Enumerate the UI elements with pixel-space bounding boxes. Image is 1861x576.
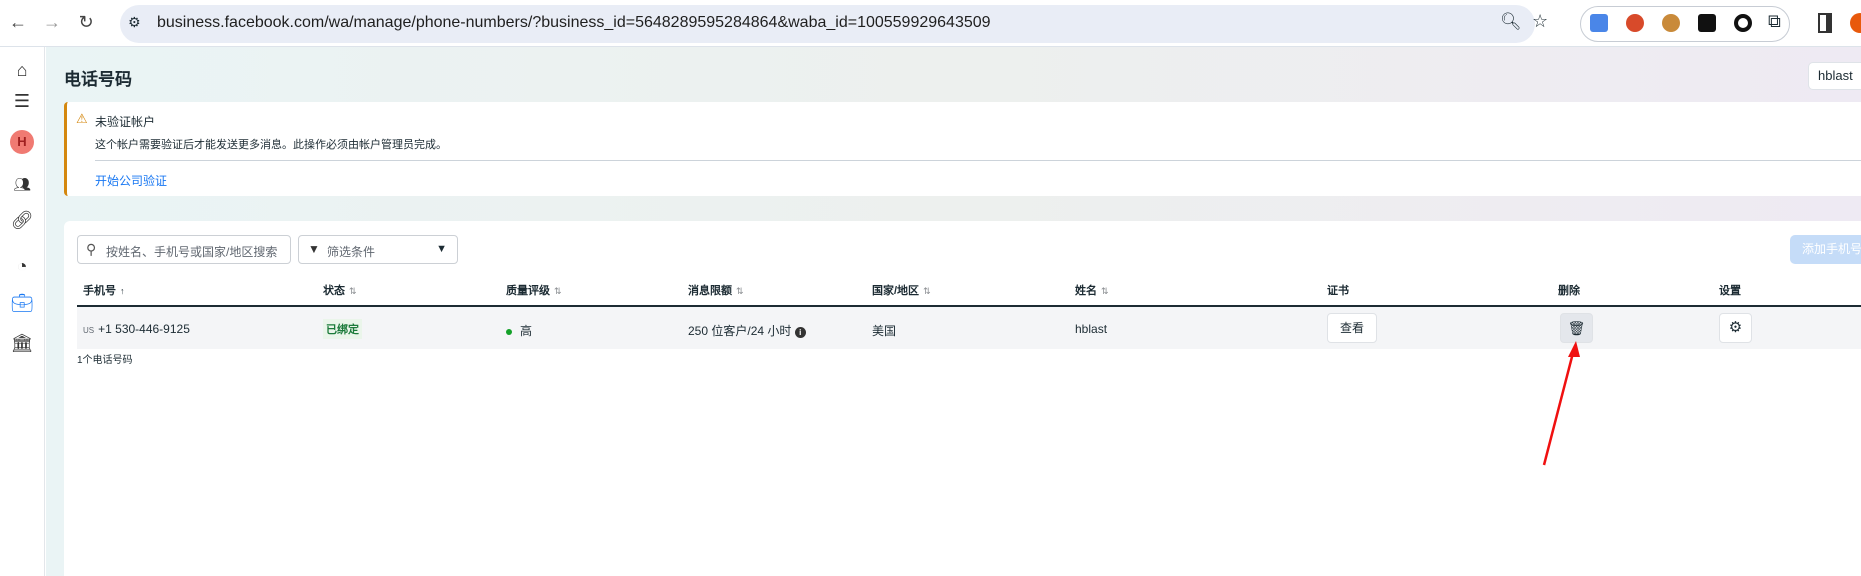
country-cell: 美国 (872, 324, 897, 338)
menu-icon[interactable]: ☰ (10, 89, 34, 113)
side-panel-icon[interactable] (1818, 13, 1832, 33)
search-placeholder: 按姓名、手机号或国家/地区搜索 (106, 245, 278, 259)
column-header-limit[interactable]: 消息限额 ⇅ (688, 282, 744, 298)
trash-icon: 🗑︎ (1567, 320, 1586, 336)
briefcase-icon[interactable]: 💼︎ (10, 291, 34, 315)
banner-title: 未验证帐户 (95, 115, 156, 129)
info-icon[interactable]: i (794, 327, 806, 338)
search-input[interactable]: ⚲ 按姓名、手机号或国家/地区搜索 (77, 235, 291, 264)
add-phone-button[interactable]: 添加手机号 (1790, 235, 1861, 264)
settings-button[interactable]: ⚙ (1719, 313, 1752, 343)
annotation-arrow (1542, 341, 1580, 466)
extension-icon[interactable] (1698, 14, 1716, 32)
chevron-down-icon: ▼ (436, 243, 447, 255)
bank-icon[interactable]: 🏛︎ (10, 331, 34, 355)
extension-icon[interactable] (1662, 14, 1680, 32)
translate-icon[interactable] (1590, 14, 1608, 32)
column-header-quality[interactable]: 质量评级 ⇅ (506, 282, 562, 298)
gauge-icon[interactable]: ◔ (10, 254, 34, 278)
page-title: 电话号码 (64, 70, 132, 89)
quality-cell: 高 (506, 322, 532, 339)
extension-icon[interactable] (1734, 14, 1752, 32)
column-header-status[interactable]: 状态 ⇅ (323, 282, 357, 298)
banner-text: 这个帐户需要验证后才能发送更多消息。此操作必须由帐户管理员完成。 (95, 139, 447, 151)
site-info-icon[interactable]: ⚙ (128, 14, 141, 31)
home-icon[interactable]: ⌂ (10, 58, 34, 82)
column-header-phone[interactable]: 手机号 ↑ (83, 282, 125, 298)
row-count: 1个电话号码 (77, 355, 133, 366)
name-cell: hblast (1075, 322, 1108, 336)
sidebar: ⌂ ☰ H 👥︎ 🔗︎ ◔ 💼︎ 🏛︎ (0, 47, 45, 576)
people-icon[interactable]: 👥︎ (10, 172, 34, 196)
divider (95, 160, 1861, 161)
reload-icon[interactable]: ↻ (74, 12, 98, 33)
phone-cell: US +1 530-446-9125 (83, 322, 190, 336)
puzzle-icon[interactable]: ⧉ (1768, 11, 1781, 32)
start-verification-link[interactable]: 开始公司验证 (95, 172, 167, 189)
account-button[interactable]: hblast (1808, 62, 1861, 90)
column-header-certificate: 证书 (1327, 285, 1349, 297)
limit-cell: 250 位客户/24 小时 i (688, 322, 806, 339)
column-header-delete: 删除 (1558, 285, 1580, 297)
filter-label: 筛选条件 (327, 245, 376, 259)
view-certificate-button[interactable]: 查看 (1327, 313, 1377, 343)
column-header-settings: 设置 (1719, 285, 1741, 297)
column-header-country[interactable]: 国家/地区 ⇅ (872, 282, 931, 298)
extension-icon[interactable] (1626, 14, 1644, 32)
browser-toolbar: ← → ↻ ⚙ business.facebook.com/wa/manage/… (0, 0, 1861, 47)
back-icon[interactable]: ← (6, 12, 30, 33)
filter-icon: ▼ (308, 242, 320, 256)
search-icon: ⚲ (86, 241, 97, 257)
filter-dropdown[interactable]: ▼ 筛选条件 ▼ (298, 235, 458, 264)
extensions-area (1580, 6, 1790, 42)
profile-avatar[interactable] (1850, 13, 1861, 33)
avatar[interactable]: H (10, 130, 34, 154)
star-icon[interactable]: ☆ (1532, 11, 1548, 32)
zoom-icon[interactable]: 🔍︎ (1500, 12, 1522, 32)
warning-icon: ⚠ (76, 111, 88, 126)
link-icon[interactable]: 🔗︎ (10, 208, 34, 232)
column-header-name[interactable]: 姓名 ⇅ (1075, 282, 1109, 298)
forward-icon[interactable]: → (40, 12, 64, 33)
gear-icon: ⚙ (1728, 319, 1743, 336)
status-badge: 已绑定 (323, 319, 362, 339)
quality-dot (506, 328, 512, 335)
phone-numbers-card (64, 221, 1861, 576)
url-text[interactable]: business.facebook.com/wa/manage/phone-nu… (157, 14, 991, 32)
